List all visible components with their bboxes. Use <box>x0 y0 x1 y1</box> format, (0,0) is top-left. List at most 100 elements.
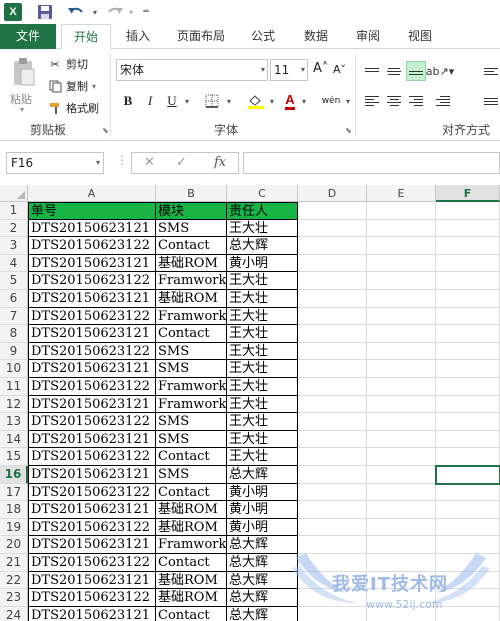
header-cell[interactable]: 责任人 <box>227 202 298 220</box>
redo-dropdown-icon[interactable]: ▾ <box>126 3 136 21</box>
row-header[interactable]: 1 <box>0 202 28 220</box>
table-cell[interactable]: SMS <box>156 360 227 378</box>
underline-button[interactable]: U <box>164 91 180 111</box>
table-cell[interactable]: DTS20150623121 <box>28 606 156 621</box>
row-header[interactable]: 3 <box>0 237 28 255</box>
header-cell[interactable]: 模块 <box>156 202 227 220</box>
align-right-icon[interactable] <box>406 91 426 111</box>
phonetic-dropdown-icon[interactable]: ▾ <box>344 91 352 111</box>
table-cell[interactable]: DTS20150623122 <box>28 342 156 361</box>
table-cell[interactable]: 黄小明 <box>227 483 298 502</box>
table-cell[interactable]: Framwork <box>156 395 227 414</box>
redo-icon[interactable] <box>104 3 126 21</box>
fill-color-dropdown-icon[interactable]: ▾ <box>268 91 276 111</box>
row-header[interactable]: 13 <box>0 413 28 431</box>
formula-input[interactable] <box>243 152 500 174</box>
align-top-icon[interactable] <box>362 61 382 81</box>
row-header[interactable]: 23 <box>0 589 28 607</box>
table-cell[interactable]: 基础ROM <box>156 290 227 308</box>
column-header-a[interactable]: A <box>28 185 156 202</box>
cut-button[interactable]: ✂ 剪切 <box>48 55 88 73</box>
table-cell[interactable]: DTS20150623121 <box>28 290 156 308</box>
insert-function-button[interactable]: fx <box>214 155 226 170</box>
table-cell[interactable]: DTS20150623122 <box>28 483 156 502</box>
table-cell[interactable]: Contact <box>156 483 227 502</box>
undo-dropdown-icon[interactable]: ▾ <box>90 3 100 21</box>
column-header-d[interactable]: D <box>298 185 367 202</box>
table-cell[interactable]: DTS20150623121 <box>28 430 156 449</box>
save-icon[interactable] <box>36 3 54 21</box>
table-cell[interactable]: 王大壮 <box>227 290 298 308</box>
table-cell[interactable]: 黄小明 <box>227 254 298 273</box>
grow-font-button[interactable]: A˄ <box>313 61 328 76</box>
table-cell[interactable]: DTS20150623121 <box>28 325 156 343</box>
table-cell[interactable]: 总大辉 <box>227 237 298 255</box>
table-cell[interactable]: DTS20150623122 <box>28 589 156 607</box>
phonetic-guide-button[interactable]: wén <box>320 91 342 111</box>
table-cell[interactable]: Contact <box>156 237 227 255</box>
wrap-text-icon[interactable] <box>484 61 500 81</box>
row-header[interactable]: 14 <box>0 430 28 449</box>
column-header-b[interactable]: B <box>156 185 227 202</box>
table-cell[interactable]: DTS20150623122 <box>28 307 156 326</box>
table-cell[interactable]: Contact <box>156 606 227 621</box>
table-cell[interactable]: 王大壮 <box>227 395 298 414</box>
tab-review[interactable]: 审阅 <box>346 24 390 49</box>
table-cell[interactable]: DTS20150623122 <box>28 518 156 537</box>
clipboard-launcher-icon[interactable]: ⬊ <box>102 126 109 135</box>
table-cell[interactable]: 基础ROM <box>156 501 227 519</box>
font-name-select[interactable]: 宋体 ▾ <box>116 59 268 81</box>
format-painter-button[interactable]: 格式刷 <box>48 99 99 117</box>
align-middle-icon[interactable] <box>384 61 404 81</box>
table-cell[interactable]: DTS20150623122 <box>28 378 156 396</box>
paste-dropdown-icon[interactable]: ▾ <box>20 105 24 114</box>
select-all-button[interactable] <box>0 185 28 202</box>
table-cell[interactable]: DTS20150623121 <box>28 571 156 590</box>
table-cell[interactable]: DTS20150623121 <box>28 254 156 273</box>
table-cell[interactable]: 王大壮 <box>227 448 298 466</box>
italic-button[interactable]: I <box>142 91 158 111</box>
row-header[interactable]: 2 <box>0 219 28 238</box>
selected-cell-f16[interactable] <box>435 465 500 485</box>
table-cell[interactable]: DTS20150623121 <box>28 395 156 414</box>
tab-insert[interactable]: 插入 <box>116 24 160 49</box>
table-cell[interactable]: DTS20150623121 <box>28 501 156 519</box>
table-cell[interactable]: 基础ROM <box>156 589 227 607</box>
tab-formulas[interactable]: 公式 <box>241 24 285 49</box>
table-cell[interactable]: Contact <box>156 554 227 572</box>
row-header[interactable]: 11 <box>0 378 28 396</box>
table-cell[interactable]: Framwork <box>156 307 227 326</box>
decrease-indent-icon[interactable] <box>430 91 450 111</box>
table-cell[interactable]: DTS20150623122 <box>28 554 156 572</box>
table-cell[interactable]: 王大壮 <box>227 430 298 449</box>
table-cell[interactable]: SMS <box>156 466 227 484</box>
table-cell[interactable]: SMS <box>156 430 227 449</box>
column-header-f[interactable]: F <box>436 185 500 202</box>
table-cell[interactable]: SMS <box>156 342 227 361</box>
row-header[interactable]: 20 <box>0 536 28 554</box>
row-header[interactable]: 18 <box>0 501 28 519</box>
undo-icon[interactable] <box>64 3 88 21</box>
table-cell[interactable]: Contact <box>156 448 227 466</box>
table-cell[interactable]: 王大壮 <box>227 378 298 396</box>
header-cell[interactable]: 单号 <box>28 202 156 220</box>
cancel-icon[interactable]: ✕ <box>144 155 155 170</box>
table-cell[interactable]: 王大壮 <box>227 272 298 290</box>
tab-page-layout[interactable]: 页面布局 <box>168 24 234 49</box>
row-header[interactable]: 6 <box>0 290 28 308</box>
row-header[interactable]: 21 <box>0 554 28 572</box>
table-cell[interactable]: DTS20150623122 <box>28 413 156 431</box>
merge-center-icon[interactable] <box>484 91 500 111</box>
align-center-icon[interactable] <box>384 91 404 111</box>
row-header[interactable]: 7 <box>0 307 28 326</box>
row-header[interactable]: 19 <box>0 518 28 537</box>
copy-button[interactable]: 复制 ▾ <box>48 77 96 95</box>
table-cell[interactable]: 总大辉 <box>227 466 298 484</box>
row-header[interactable]: 4 <box>0 254 28 273</box>
table-cell[interactable]: Framwork <box>156 536 227 554</box>
table-cell[interactable]: SMS <box>156 413 227 431</box>
table-cell[interactable]: 王大壮 <box>227 342 298 361</box>
table-cell[interactable]: Framwork <box>156 378 227 396</box>
tab-view[interactable]: 视图 <box>398 24 442 49</box>
table-cell[interactable]: 王大壮 <box>227 219 298 238</box>
